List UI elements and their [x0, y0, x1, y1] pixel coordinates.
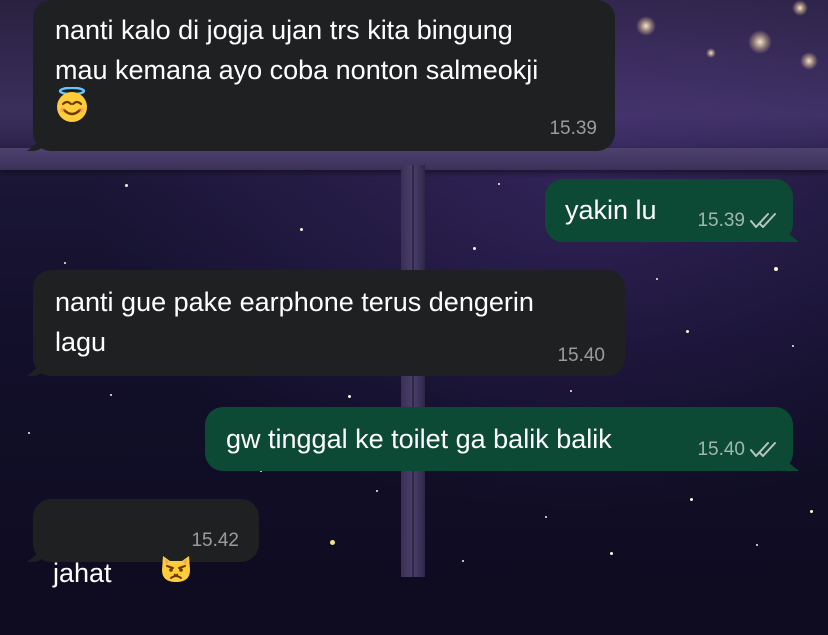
- message-meta: 15.40: [697, 440, 777, 460]
- city-light: [800, 52, 818, 70]
- message-text: mau kemana ayo coba nonton salmeokji: [55, 55, 539, 85]
- message-text: nanti gue pake earphone terus dengerin: [55, 287, 534, 317]
- message-text: lagu: [55, 327, 107, 357]
- city-light: [792, 0, 808, 16]
- message-text: nanti kalo di jogja ujan trs kita bingun…: [55, 15, 513, 45]
- message-emoji-row: [55, 86, 595, 130]
- message-meta: 15.40: [557, 346, 605, 366]
- message-text: jahat: [53, 510, 259, 635]
- star: [462, 560, 464, 562]
- star: [125, 184, 128, 187]
- message-meta: 15.42: [191, 531, 239, 551]
- star: [774, 267, 778, 271]
- city-light: [706, 48, 716, 58]
- star: [686, 330, 689, 333]
- star: [545, 516, 547, 518]
- star: [656, 278, 658, 280]
- star: [64, 262, 66, 264]
- star: [498, 183, 500, 185]
- smiling-face-with-halo-icon: [55, 86, 89, 134]
- star: [110, 394, 112, 396]
- city-light: [748, 30, 772, 54]
- message-bubble-outgoing[interactable]: gw tinggal ke toilet ga balik balik 15.4…: [205, 407, 793, 471]
- message-time: 15.40: [557, 345, 605, 366]
- star: [690, 498, 693, 501]
- message-time: 15.39: [549, 118, 597, 139]
- message-bubble-incoming[interactable]: nanti gue pake earphone terus dengerin l…: [33, 270, 625, 376]
- pouting-cat-face-icon: [114, 510, 193, 635]
- message-time: 15.42: [191, 530, 239, 551]
- double-check-read-icon: [749, 440, 777, 460]
- message-bubble-outgoing[interactable]: yakin lu 15.39: [545, 179, 793, 242]
- star: [28, 432, 30, 434]
- city-light: [636, 16, 656, 36]
- message-meta: 15.39: [697, 211, 777, 231]
- star: [610, 552, 613, 555]
- message-time: 15.40: [697, 439, 745, 460]
- star: [810, 510, 813, 513]
- double-check-read-icon: [749, 211, 777, 231]
- star: [348, 395, 351, 398]
- message-bubble-incoming[interactable]: jahat 15.42: [33, 499, 259, 588]
- star: [300, 228, 303, 231]
- star: [376, 490, 378, 492]
- star: [473, 247, 476, 250]
- star: [756, 544, 758, 546]
- star: [792, 345, 794, 347]
- star: [570, 390, 572, 392]
- message-meta: 15.39: [549, 119, 597, 139]
- message-time: 15.39: [697, 210, 745, 231]
- message-text-content: jahat: [53, 557, 112, 588]
- message-bubble-incoming[interactable]: nanti kalo di jogja ujan trs kita bingun…: [33, 0, 615, 151]
- star: [330, 540, 335, 545]
